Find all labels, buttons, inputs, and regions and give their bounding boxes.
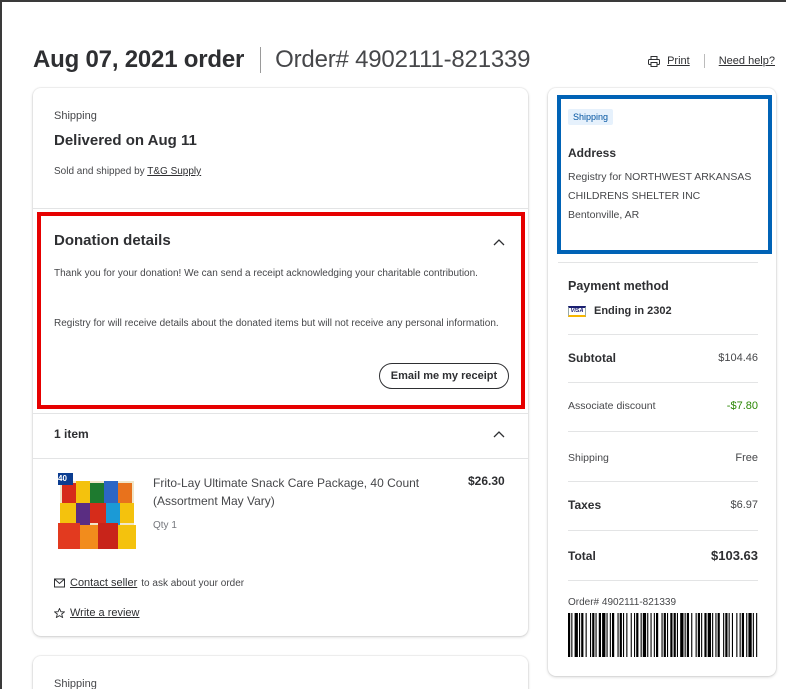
order-number: Order# 4902111-821339: [275, 46, 531, 73]
discount-label: Associate discount: [568, 400, 656, 412]
payment-method-title: Payment method: [568, 279, 669, 293]
order-header: Aug 07, 2021 order Order# 4902111-821339…: [33, 40, 783, 80]
product-name[interactable]: Frito-Lay Ultimate Snack Care Package, 4…: [153, 474, 453, 510]
address-city: Bentonville, AR: [568, 209, 640, 221]
divider: [568, 431, 758, 432]
email-receipt-button[interactable]: Email me my receipt: [379, 363, 509, 389]
product-quantity: Qty 1: [153, 520, 177, 531]
shipping-cost-value: Free: [735, 452, 758, 464]
sold-by-line: Sold and shipped by T&G Supply: [54, 166, 201, 177]
donation-privacy-text: Registry for will receive details about …: [54, 318, 499, 329]
contact-seller-line: Contact seller to ask about your order: [54, 577, 244, 589]
mail-icon: [54, 578, 65, 588]
sold-by-prefix: Sold and shipped by: [54, 166, 145, 177]
discount-row: Associate discount -$7.80: [568, 400, 758, 412]
donation-thanks-text: Thank you for your donation! We can send…: [54, 268, 478, 279]
payment-card-line: VISA Ending in 2302: [568, 305, 672, 317]
header-links: Print Need help?: [648, 54, 775, 68]
link-divider: [703, 54, 705, 68]
divider: [568, 580, 758, 581]
address-recipient: Registry for NORTHWEST ARKANSAS CHILDREN…: [568, 171, 752, 202]
visa-card-icon: VISA: [568, 305, 586, 317]
subtotal-row: Subtotal $104.46: [568, 351, 758, 365]
total-row: Total $103.63: [568, 548, 758, 563]
need-help-link[interactable]: Need help?: [719, 55, 775, 67]
address-title: Address: [568, 146, 617, 160]
card-ending: Ending in 2302: [594, 305, 672, 317]
print-link[interactable]: Print: [667, 55, 690, 67]
product-image[interactable]: [54, 473, 140, 553]
star-icon: [54, 608, 65, 618]
shipping-pill: Shipping: [568, 109, 614, 125]
shipping-label: Shipping: [54, 110, 97, 122]
product-count-badge: 40: [58, 474, 67, 483]
chevron-up-icon[interactable]: [493, 238, 505, 246]
write-review-line: Write a review: [54, 607, 139, 619]
divider: [33, 458, 528, 459]
second-shipment-card: [33, 656, 528, 689]
order-number-footer: Order# 4902111-821339: [568, 597, 677, 608]
divider: [558, 262, 758, 263]
subtotal-label: Subtotal: [568, 351, 616, 365]
delivery-status: Delivered on Aug 11: [54, 132, 197, 149]
divider: [568, 481, 758, 482]
donation-title: Donation details: [54, 232, 171, 249]
divider: [568, 530, 758, 531]
subtotal-value: $104.46: [718, 352, 758, 364]
divider: [568, 382, 758, 383]
address-block: Registry for NORTHWEST ARKANSAS CHILDREN…: [568, 168, 758, 225]
order-barcode: [568, 613, 758, 657]
contact-seller-link[interactable]: Contact seller: [70, 577, 137, 589]
taxes-label: Taxes: [568, 498, 602, 512]
divider: [33, 413, 528, 414]
divider: [33, 208, 528, 209]
product-price: $26.30: [468, 474, 505, 488]
divider: [568, 334, 758, 335]
chevron-up-icon[interactable]: [493, 430, 505, 438]
header-divider: [260, 47, 262, 73]
write-review-link[interactable]: Write a review: [70, 607, 139, 619]
shipping-cost-label: Shipping: [568, 452, 609, 464]
shipping-cost-row: Shipping Free: [568, 452, 758, 464]
total-value: $103.63: [711, 548, 758, 563]
order-date-title: Aug 07, 2021 order: [33, 46, 245, 73]
taxes-row: Taxes $6.97: [568, 498, 758, 512]
total-label: Total: [568, 548, 596, 563]
discount-value: -$7.80: [726, 400, 758, 412]
contact-seller-suffix: to ask about your order: [141, 577, 245, 589]
print-icon: [648, 55, 661, 67]
taxes-value: $6.97: [730, 499, 758, 511]
item-count: 1 item: [54, 427, 89, 441]
second-shipping-label: Shipping: [54, 678, 97, 689]
seller-link[interactable]: T&G Supply: [147, 166, 201, 177]
